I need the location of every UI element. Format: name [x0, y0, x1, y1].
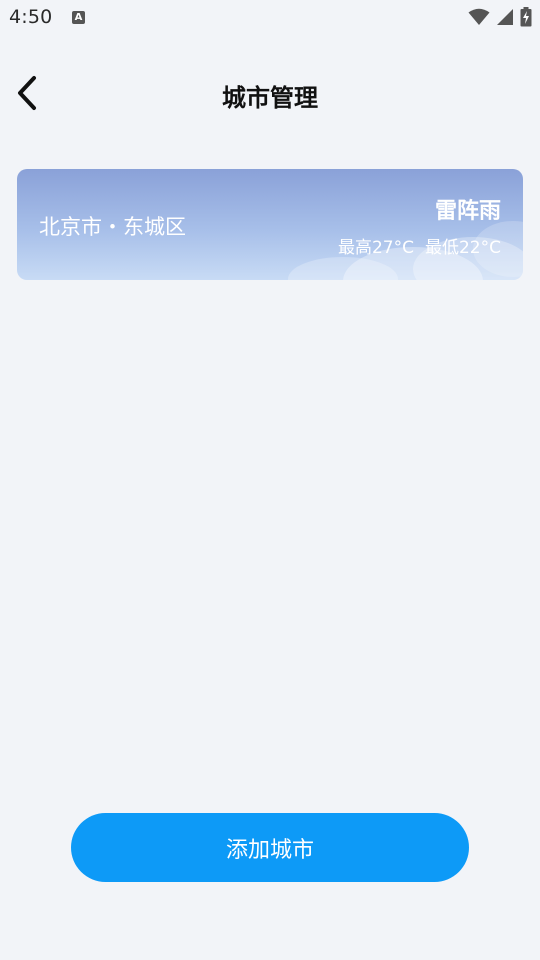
status-time: 4:50: [9, 6, 53, 28]
add-city-button[interactable]: 添加城市: [71, 813, 469, 882]
signal-icon: [497, 9, 513, 25]
notification-a-icon: A: [72, 11, 85, 24]
high-temperature: 最高27°C: [337, 238, 414, 258]
weather-condition: 雷阵雨: [434, 199, 501, 224]
low-temperature: 最低22°C: [424, 238, 501, 258]
temperature-range: 最高27°C 最低22°C: [338, 233, 501, 258]
header: 城市管理: [0, 60, 540, 130]
battery-charging-icon: [520, 7, 532, 27]
status-bar: 4:50 A: [0, 0, 540, 36]
status-icons: [468, 6, 532, 28]
wifi-icon: [468, 8, 490, 25]
page-title: 城市管理: [222, 84, 318, 112]
city-card[interactable]: 北京市・东城区 雷阵雨 最高27°C 最低22°C: [17, 169, 523, 280]
city-name: 北京市・东城区: [39, 215, 186, 239]
